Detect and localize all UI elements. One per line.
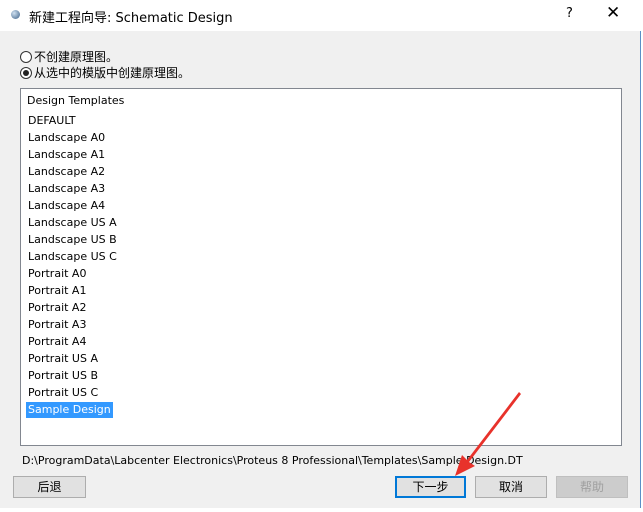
list-item[interactable]: Portrait A2: [26, 300, 88, 316]
radio-label: 不创建原理图。: [34, 50, 119, 64]
list-item[interactable]: Sample Design: [26, 402, 113, 418]
list-item[interactable]: Portrait US C: [26, 385, 100, 401]
list-item[interactable]: Portrait A0: [26, 266, 88, 282]
close-icon[interactable]: ✕: [606, 3, 620, 23]
template-path: D:\ProgramData\Labcenter Electronics\Pro…: [22, 454, 523, 467]
list-item[interactable]: Landscape A0: [26, 130, 107, 146]
list-item[interactable]: Portrait A4: [26, 334, 88, 350]
list-item[interactable]: Landscape US B: [26, 232, 119, 248]
back-button[interactable]: 后退: [13, 476, 86, 498]
list-item[interactable]: Landscape A3: [26, 181, 107, 197]
list-item[interactable]: Portrait A1: [26, 283, 88, 299]
list-item[interactable]: Landscape US C: [26, 249, 119, 265]
cancel-button[interactable]: 取消: [475, 476, 547, 498]
radio-label: 从选中的模版中创建原理图。: [34, 66, 191, 80]
list-item[interactable]: Portrait US B: [26, 368, 100, 384]
title-bar: 新建工程向导: Schematic Design ? ✕: [0, 0, 641, 31]
radio-checked-icon[interactable]: [20, 66, 32, 79]
list-item[interactable]: Landscape A2: [26, 164, 107, 180]
wizard-dialog: 新建工程向导: Schematic Design ? ✕ 不创建原理图。 从选中…: [0, 0, 641, 508]
help-button: 帮助: [556, 476, 628, 498]
list-item[interactable]: Landscape US A: [26, 215, 119, 231]
list-item[interactable]: Portrait A3: [26, 317, 88, 333]
list-item[interactable]: DEFAULT: [26, 113, 78, 129]
help-icon[interactable]: ?: [566, 6, 573, 21]
template-list[interactable]: Design Templates DEFAULT Landscape A0 Land…: [20, 88, 622, 446]
list-item[interactable]: Landscape A1: [26, 147, 107, 163]
radio-from-template[interactable]: 从选中的模版中创建原理图。: [20, 64, 190, 81]
window-title: 新建工程向导: Schematic Design: [29, 11, 233, 26]
list-header: Design Templates: [27, 94, 125, 107]
radio-circle-icon[interactable]: [20, 50, 32, 63]
radio-no-schematic[interactable]: 不创建原理图。: [20, 48, 118, 65]
next-button[interactable]: 下一步: [395, 476, 466, 498]
app-icon: [11, 10, 20, 19]
list-item[interactable]: Landscape A4: [26, 198, 107, 214]
list-item[interactable]: Portrait US A: [26, 351, 100, 367]
